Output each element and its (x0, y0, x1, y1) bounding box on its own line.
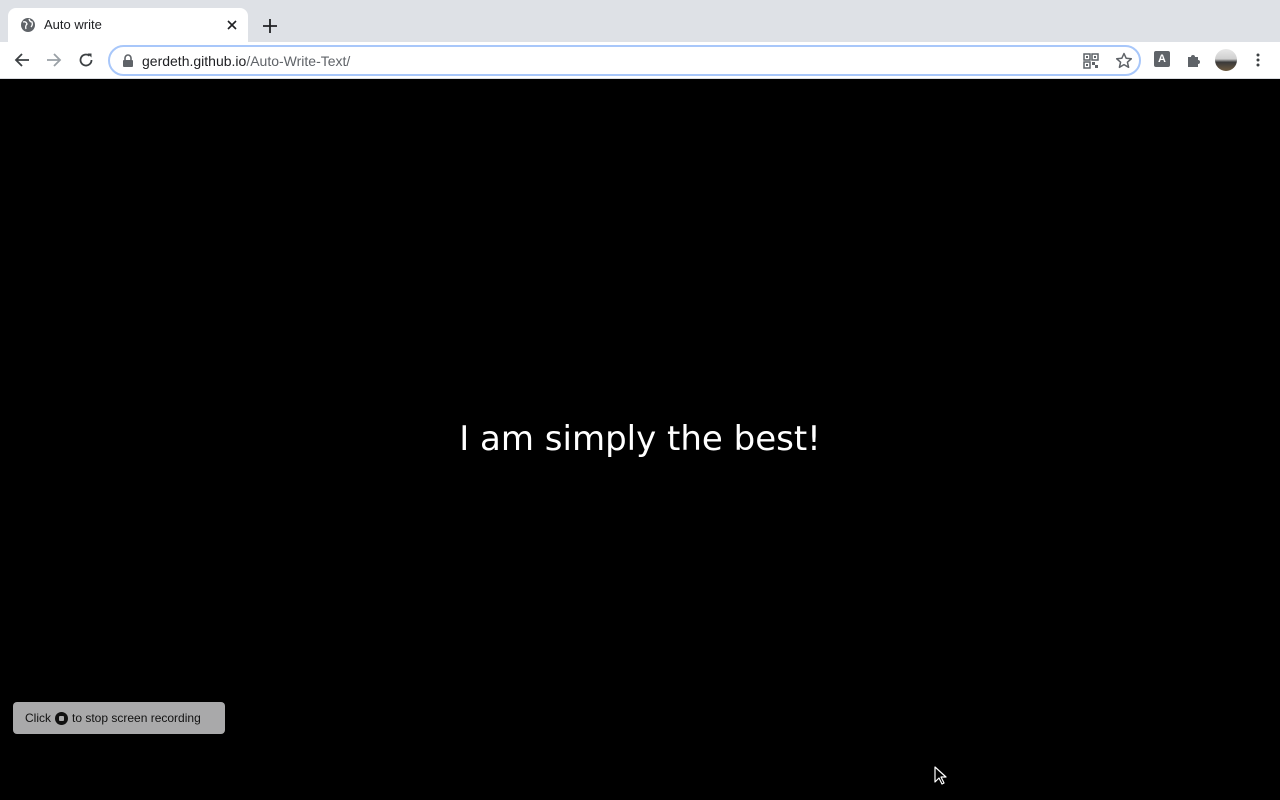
browser-toolbar: gerdeth.github.io/Auto-Write-Text/ (0, 42, 1280, 79)
recording-notice-prefix: Click (25, 711, 51, 725)
lock-icon[interactable] (121, 54, 135, 68)
recording-notice-suffix: to stop screen recording (72, 711, 201, 725)
qr-code-icon[interactable] (1082, 52, 1100, 70)
globe-icon (21, 18, 35, 32)
mouse-cursor-icon (934, 766, 947, 785)
url-host: gerdeth.github.io (142, 53, 247, 69)
screen-recording-notice: Click to stop screen recording (13, 702, 225, 734)
auto-write-headline: I am simply the best! (459, 419, 821, 459)
tab-title: Auto write (44, 17, 102, 32)
kebab-menu-icon (1256, 53, 1260, 67)
puzzle-icon (1188, 55, 1200, 67)
star-icon[interactable] (1114, 51, 1134, 71)
extension-a-icon[interactable]: A (1154, 51, 1170, 67)
profile-avatar[interactable] (1215, 49, 1237, 71)
reload-button[interactable] (74, 48, 98, 72)
page-content: I am simply the best! Click to stop scre… (0, 80, 1280, 800)
arrow-left-icon (14, 53, 29, 67)
url-path: /Auto-Write-Text/ (246, 53, 351, 69)
browser-tab[interactable]: Auto write (8, 8, 248, 42)
arrow-right-icon (47, 53, 62, 67)
stop-record-icon[interactable] (55, 711, 68, 725)
forward-button[interactable] (42, 48, 66, 72)
new-tab-button[interactable] (258, 14, 282, 38)
tab-strip: Auto write (0, 0, 1280, 42)
url-text[interactable]: gerdeth.github.io/Auto-Write-Text/ (142, 52, 350, 70)
extensions-button[interactable] (1182, 48, 1206, 72)
address-bar[interactable]: gerdeth.github.io/Auto-Write-Text/ (108, 45, 1141, 76)
back-button[interactable] (10, 48, 34, 72)
reload-icon (79, 53, 93, 67)
plus-icon (263, 19, 277, 33)
close-icon[interactable] (222, 15, 242, 35)
browser-menu-button[interactable] (1246, 48, 1270, 72)
